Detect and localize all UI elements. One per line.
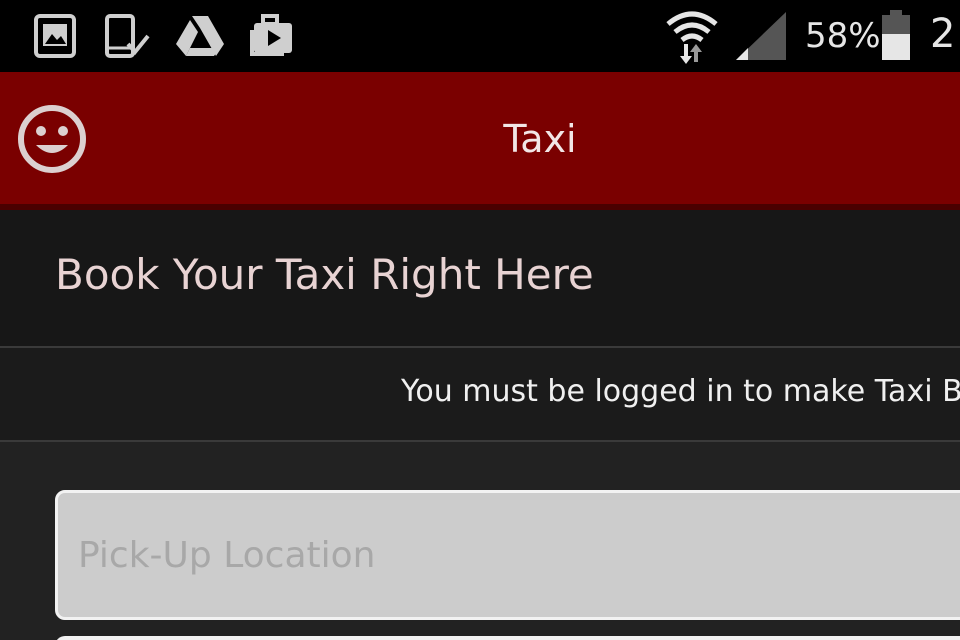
next-form-field[interactable] (55, 636, 960, 640)
drive-icon (176, 16, 224, 56)
status-clock: 2 (930, 11, 956, 57)
gallery-icon (34, 14, 76, 58)
app-title: Taxi (503, 117, 577, 161)
login-notice-text: You must be logged in to make Taxi Book (401, 374, 960, 409)
device-check-icon (105, 14, 150, 58)
wifi-icon (666, 11, 718, 64)
login-notice: You must be logged in to make Taxi Book (0, 348, 960, 442)
app-bar: Taxi (0, 72, 960, 210)
pickup-location-input[interactable] (55, 490, 960, 620)
signal-icon (736, 12, 786, 60)
status-bar: 58% 2 (0, 0, 960, 72)
battery-percent: 58% (805, 16, 881, 56)
battery-icon (882, 10, 910, 60)
page-heading: Book Your Taxi Right Here (55, 250, 594, 299)
booking-form (0, 442, 960, 640)
header-section: Book Your Taxi Right Here (0, 210, 960, 348)
briefcase-play-icon (250, 14, 292, 56)
